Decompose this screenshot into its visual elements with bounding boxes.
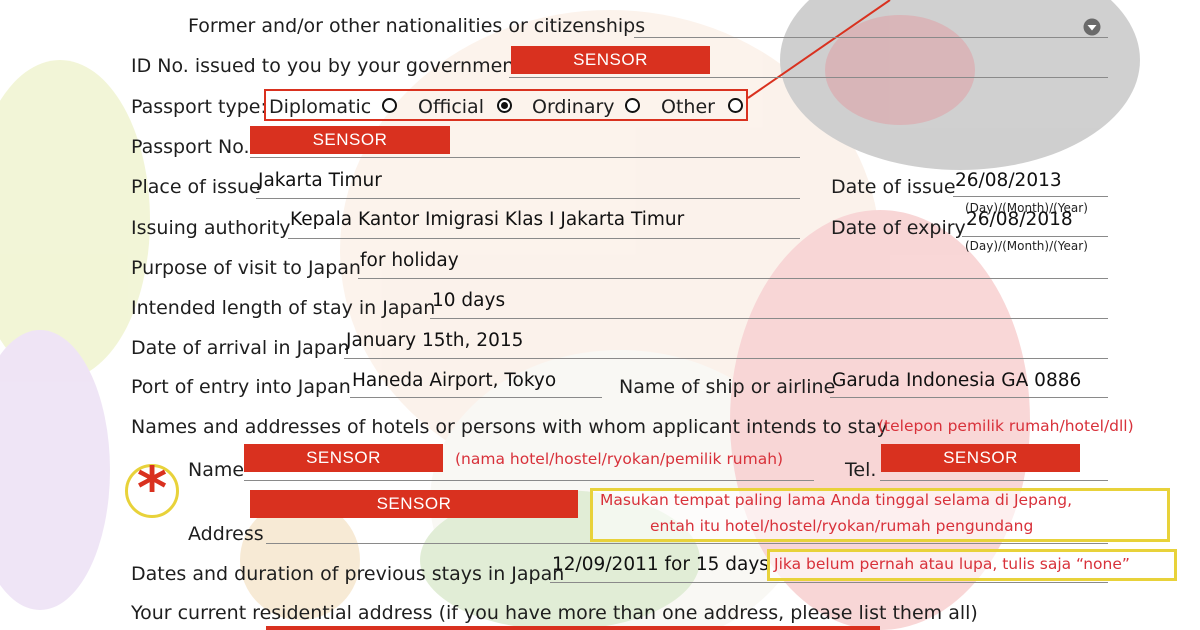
issuing-authority-field[interactable]	[288, 238, 800, 239]
address-label: Address	[188, 523, 264, 545]
date-of-expiry-format-hint: (Day)/(Month)/(Year)	[965, 239, 1088, 253]
former-nationalities-label: Former and/or other nationalities or cit…	[188, 15, 646, 37]
passport-type-diplomatic-label: Diplomatic	[269, 96, 372, 118]
passport-type-official-radio[interactable]	[497, 98, 512, 113]
arrival-date-field[interactable]	[344, 358, 1108, 359]
asterisk-mark: *	[136, 454, 168, 522]
date-of-expiry-field[interactable]	[962, 236, 1108, 237]
ship-or-airline-value: Garuda Indonesia GA 0886	[832, 370, 1082, 391]
id-no-redaction: SENSOR	[511, 46, 710, 74]
length-of-stay-value: 10 days	[432, 290, 506, 311]
tel-label: Tel.	[845, 459, 877, 481]
address-redaction: SENSOR	[250, 490, 578, 518]
place-of-issue-label: Place of issue	[131, 176, 261, 198]
issuing-authority-value: Kepala Kantor Imigrasi Klas I Jakarta Ti…	[290, 209, 685, 230]
passport-type-ordinary-radio[interactable]	[625, 98, 640, 113]
port-of-entry-value: Haneda Airport, Tokyo	[352, 370, 557, 391]
date-of-issue-value: 26/08/2013	[955, 170, 1062, 191]
date-of-issue-label: Date of issue	[831, 176, 956, 198]
passport-no-redaction: SENSOR	[250, 126, 450, 154]
name-label: Name	[188, 459, 245, 481]
passport-type-diplomatic-radio[interactable]	[382, 98, 397, 113]
address-annotation-line2: entah itu hotel/hostel/ryokan/rumah peng…	[650, 517, 1034, 535]
passport-type-ordinary-label: Ordinary	[532, 96, 615, 118]
name-annotation: (nama hotel/hostel/ryokan/pemilik rumah)	[455, 450, 784, 468]
date-of-expiry-value: 26/08/2018	[966, 209, 1073, 230]
length-of-stay-field[interactable]	[430, 318, 1108, 319]
current-address-label: Your current residential address (if you…	[131, 602, 978, 624]
ship-or-airline-field[interactable]	[830, 397, 1108, 398]
previous-stays-value: 12/09/2011 for 15 days	[552, 554, 769, 575]
passport-type-other-radio[interactable]	[728, 98, 743, 113]
tel-field[interactable]	[880, 480, 1108, 481]
port-of-entry-label: Port of entry into Japan	[131, 376, 351, 398]
address-field[interactable]	[266, 543, 1108, 544]
chevron-down-icon[interactable]	[1083, 18, 1101, 36]
purpose-value: for holiday	[360, 250, 459, 271]
arrival-date-label: Date of arrival in Japan	[131, 337, 350, 359]
address-annotation-line1: Masukan tempat paling lama Anda tinggal …	[600, 491, 1073, 509]
hotels-annotation: (telepon pemilik rumah/hotel/dll)	[878, 417, 1134, 435]
issuing-authority-label: Issuing authority	[131, 217, 291, 239]
name-redaction: SENSOR	[244, 444, 443, 472]
ship-or-airline-label: Name of ship or airline	[619, 376, 836, 398]
previous-stays-label: Dates and duration of previous stays in …	[131, 563, 565, 585]
id-no-field[interactable]	[509, 77, 1108, 78]
purpose-label: Purpose of visit to Japan	[131, 257, 361, 279]
passport-no-field[interactable]	[250, 157, 800, 158]
place-of-issue-value: Jakarta Timur	[258, 170, 382, 191]
passport-no-label: Passport No.	[131, 136, 250, 158]
length-of-stay-label: Intended length of stay in Japan	[131, 297, 436, 319]
hotels-heading: Names and addresses of hotels or persons…	[131, 416, 888, 438]
id-no-label: ID No. issued to you by your government	[131, 55, 522, 77]
former-nationalities-field[interactable]	[634, 37, 1108, 38]
name-field[interactable]	[244, 480, 814, 481]
visa-application-form: Former and/or other nationalities or cit…	[0, 0, 1200, 630]
passport-type-label: Passport type:	[131, 96, 267, 118]
place-of-issue-field[interactable]	[256, 198, 800, 199]
previous-stays-field[interactable]	[550, 582, 1108, 583]
purpose-field[interactable]	[358, 278, 1108, 279]
date-of-expiry-label: Date of expiry	[831, 217, 966, 239]
arrival-date-value: January 15th, 2015	[346, 330, 524, 351]
port-of-entry-field[interactable]	[350, 397, 602, 398]
previous-stays-annotation: Jika belum pernah atau lupa, tulis saja …	[774, 555, 1130, 573]
current-address-redaction	[266, 626, 880, 630]
date-of-issue-field[interactable]	[953, 196, 1108, 197]
passport-type-official-label: Official	[418, 96, 484, 118]
passport-type-other-label: Other	[661, 96, 715, 118]
tel-redaction: SENSOR	[881, 444, 1080, 472]
